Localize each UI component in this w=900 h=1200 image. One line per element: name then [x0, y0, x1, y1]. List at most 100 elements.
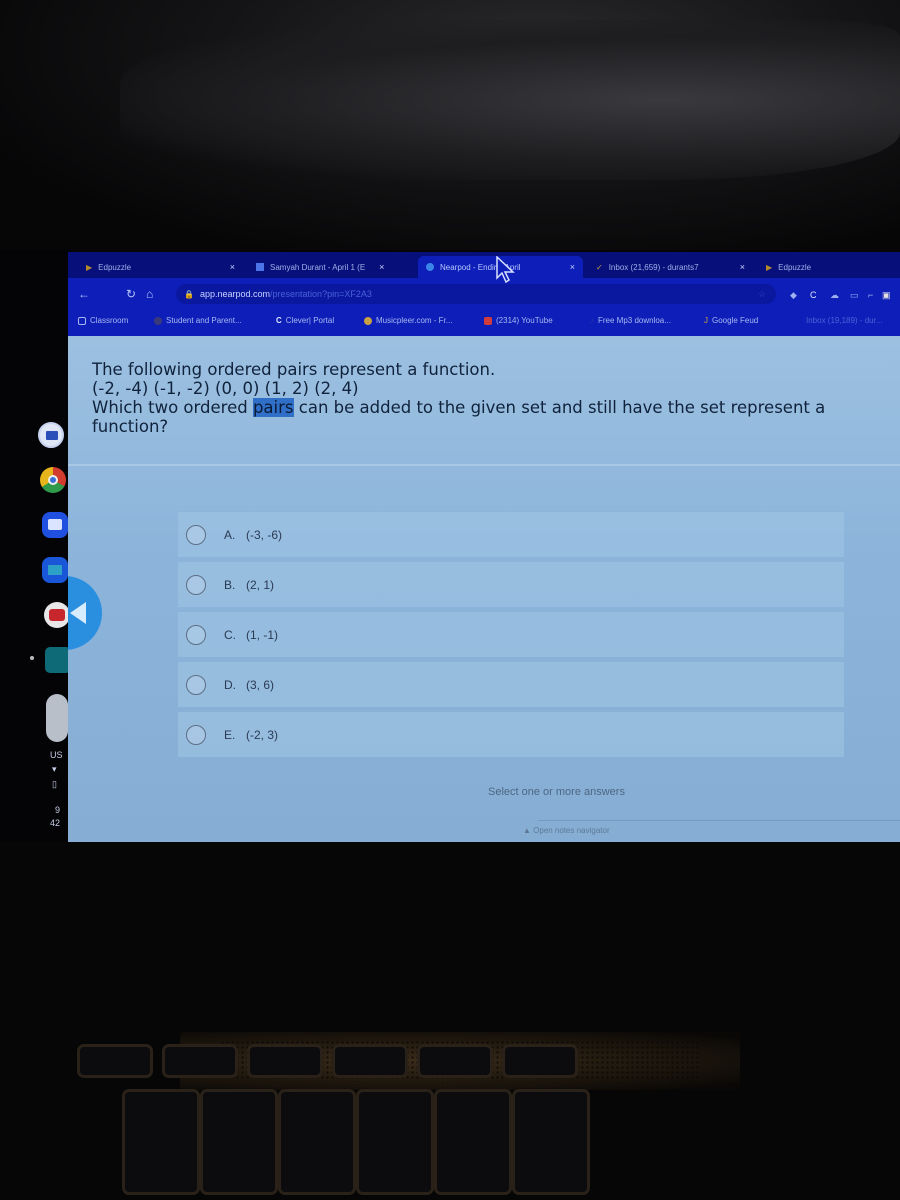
- youtube-icon: [484, 316, 492, 325]
- headphones-status-icon[interactable]: [46, 694, 68, 742]
- edpuzzle-icon: ▶: [766, 263, 773, 272]
- music-note-icon: ♪: [590, 316, 594, 325]
- tab-strip: ▶ Edpuzzle × Samyah Durant - April 1 (E …: [68, 252, 900, 278]
- question-line-1: The following ordered pairs represent a …: [92, 360, 496, 379]
- browser-chrome: ▶ Edpuzzle × Samyah Durant - April 1 (E …: [68, 252, 900, 336]
- bookmark-clever[interactable]: C Clever| Portal: [276, 316, 334, 325]
- bookmark-classroom[interactable]: Classroom: [78, 316, 128, 325]
- option-b[interactable]: B. (2, 1): [178, 561, 844, 607]
- youtube-app-icon[interactable]: [44, 602, 70, 628]
- clock-minute[interactable]: 42: [50, 818, 60, 828]
- laptop-body: [0, 842, 900, 1200]
- bookmark-label: Student and Parent...: [166, 316, 242, 325]
- mouse-cursor-icon: [496, 256, 515, 284]
- locale-indicator[interactable]: US: [50, 750, 63, 760]
- bookmark-star-icon[interactable]: ☆: [758, 289, 766, 300]
- files-app-icon[interactable]: [42, 557, 68, 583]
- tab-gmail[interactable]: ✓ Inbox (21,659) - durants7 ×: [588, 256, 753, 278]
- option-value: (-3, -6): [246, 527, 282, 542]
- option-c[interactable]: C. (1, -1): [178, 611, 844, 657]
- selected-text: pairs: [252, 398, 294, 417]
- back-icon[interactable]: ←: [78, 287, 90, 301]
- bedsheet: [120, 20, 900, 180]
- key-6: [515, 1092, 587, 1192]
- answer-options: A. (-3, -6) B. (2, 1) C. (1, -1) D. (3, …: [178, 511, 844, 761]
- option-d[interactable]: D. (3, 6): [178, 661, 844, 707]
- close-tab-icon[interactable]: ×: [379, 262, 384, 272]
- wifi-icon[interactable]: ▾: [52, 764, 57, 775]
- tab-title: Edpuzzle: [778, 262, 812, 272]
- tab-edpuzzle-2[interactable]: ▶ Edpuzzle: [758, 256, 898, 278]
- address-bar[interactable]: 🔒 app.nearpod.com /presentation?pin=XF2A…: [176, 284, 776, 304]
- arrow-left-icon: [70, 602, 86, 624]
- profile-avatar[interactable]: ▣: [882, 290, 891, 301]
- classroom-app-icon[interactable]: [38, 422, 64, 448]
- launcher-dot[interactable]: [30, 656, 34, 660]
- option-letter: C.: [224, 627, 236, 642]
- nearpod-page: The following ordered pairs represent a …: [68, 336, 900, 842]
- open-notes-navigator-link[interactable]: ▲ Open notes navigator: [523, 826, 610, 835]
- radio-button[interactable]: [186, 674, 206, 695]
- home-icon[interactable]: ⌂: [146, 287, 153, 301]
- key-3: [281, 1092, 353, 1192]
- option-letter: D.: [224, 677, 236, 692]
- music-icon: [364, 316, 372, 325]
- bookmark-label: Google Feud: [712, 316, 759, 325]
- bookmark-google-feud[interactable]: J Google Feud: [704, 316, 758, 325]
- key-refresh: [335, 1047, 405, 1075]
- key-2: [203, 1092, 275, 1192]
- tab-title: Samyah Durant - April 1 (E: [270, 262, 366, 272]
- key-back: [165, 1047, 235, 1075]
- ss-icon: [154, 316, 162, 325]
- extension-puzzle-icon[interactable]: ⌐: [868, 290, 873, 300]
- tab-edpuzzle[interactable]: ▶ Edpuzzle ×: [78, 256, 243, 278]
- bookmark-inbox[interactable]: Inbox (19,189) - dur...: [794, 316, 883, 325]
- question-line-3: Which two ordered pairs can be added to …: [92, 398, 826, 417]
- bookmark-label: Clever| Portal: [285, 316, 335, 325]
- clever-icon: C: [276, 316, 282, 325]
- extension-c-icon[interactable]: C: [810, 290, 817, 300]
- clock-hour[interactable]: 9: [55, 805, 60, 815]
- radio-button[interactable]: [186, 574, 206, 595]
- question-text: The following ordered pairs represent a …: [92, 360, 872, 436]
- url-path: /presentation?pin=XF2A3: [270, 289, 372, 299]
- radio-button[interactable]: [186, 724, 206, 745]
- close-tab-icon[interactable]: ×: [740, 262, 745, 272]
- battery-icon[interactable]: ▯: [52, 779, 57, 790]
- option-e[interactable]: E. (-2, 3): [178, 711, 844, 757]
- feud-icon: J: [704, 316, 708, 325]
- option-value: (1, -1): [246, 627, 279, 642]
- question-divider: [68, 464, 900, 466]
- key-overview: [505, 1047, 575, 1075]
- close-tab-icon[interactable]: ×: [230, 262, 235, 272]
- radio-button[interactable]: [186, 624, 206, 645]
- option-letter: A.: [224, 527, 236, 542]
- option-letter: B.: [224, 577, 236, 592]
- tab-docs[interactable]: Samyah Durant - April 1 (E ×: [248, 256, 413, 278]
- nearpod-icon: [426, 263, 434, 271]
- bookmark-free-mp3[interactable]: ♪ Free Mp3 downloa...: [590, 316, 671, 325]
- close-tab-icon[interactable]: ×: [570, 262, 575, 272]
- key-fullscreen: [420, 1047, 490, 1075]
- bookmark-label: (2314) YouTube: [496, 316, 553, 325]
- chrome-app-icon[interactable]: [40, 467, 66, 493]
- bookmark-student-parent[interactable]: Student and Parent...: [154, 316, 242, 325]
- bookmark-youtube[interactable]: (2314) YouTube: [484, 316, 553, 325]
- option-value: (-2, 3): [246, 727, 279, 742]
- extension-card-icon[interactable]: ▭: [850, 290, 859, 301]
- classroom-icon: [78, 316, 86, 325]
- lock-icon: 🔒: [184, 289, 194, 299]
- bookmark-musicpleer[interactable]: Musicpleer.com - Fr...: [364, 316, 452, 325]
- camera-app-icon[interactable]: [42, 512, 68, 538]
- ordered-pairs: (-2, -4) (-1, -2) (0, 0) (1, 2) (2, 4): [92, 379, 359, 398]
- edpuzzle-icon: ▶: [86, 263, 93, 272]
- footer-divider: [538, 820, 900, 821]
- option-a[interactable]: A. (-3, -6): [178, 511, 844, 557]
- previous-slide-button[interactable]: [68, 576, 102, 650]
- key-forward: [250, 1047, 320, 1075]
- extension-cloud-icon[interactable]: ☁: [830, 290, 839, 301]
- extension-shield-icon[interactable]: ◆: [790, 290, 797, 301]
- radio-button[interactable]: [186, 524, 206, 545]
- reload-icon[interactable]: ↻: [126, 287, 136, 301]
- tab-title: Inbox (21,659) - durants7: [608, 262, 699, 272]
